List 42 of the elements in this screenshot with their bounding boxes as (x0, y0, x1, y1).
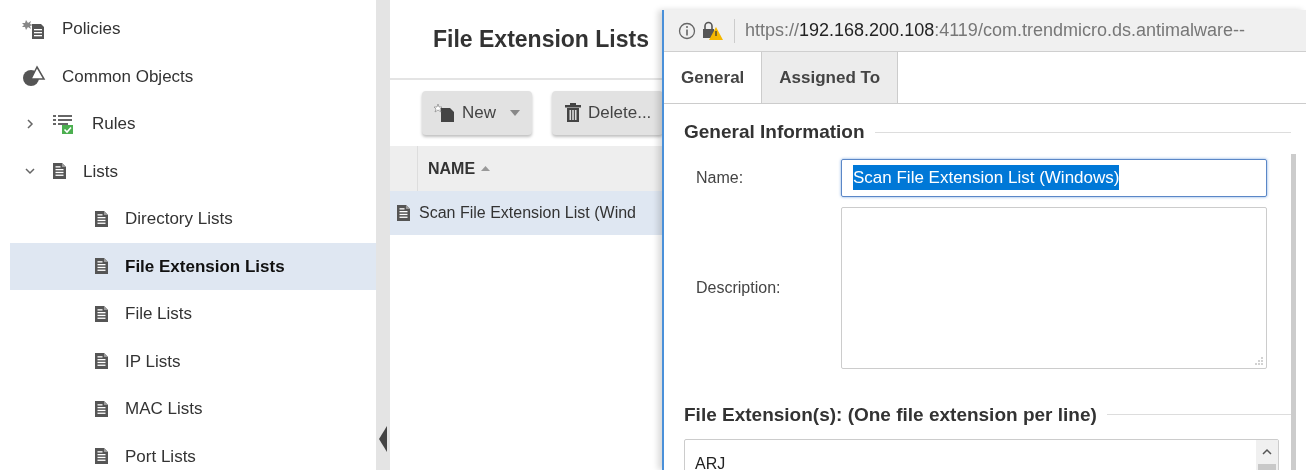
document-icon (94, 257, 109, 276)
sidebar-item[interactable]: MAC Lists (10, 385, 376, 433)
field-label: Description: (695, 277, 782, 298)
url-text[interactable]: https://192.168.200.108:4119/com.trendmicro.ds.antimalware-- (745, 17, 1245, 44)
sidebar-item[interactable]: Port Lists (10, 432, 376, 470)
sidebar-item[interactable]: Lists (10, 147, 376, 195)
document-icon (52, 162, 67, 181)
new-button[interactable]: New (422, 91, 532, 135)
document-icon (94, 304, 109, 323)
sidebar-item[interactable]: Directory Lists (10, 195, 376, 243)
document-icon (94, 399, 109, 418)
collapse-arrow-icon[interactable] (379, 426, 387, 452)
sidebar-item[interactable]: IP Lists (10, 337, 376, 385)
page-title: File Extension Lists (433, 24, 649, 54)
document-icon (396, 204, 411, 222)
document-icon (94, 352, 109, 371)
tab[interactable]: Assigned To (761, 52, 899, 103)
caret-icon[interactable] (510, 110, 520, 116)
file-extensions-text-area[interactable]: ARJ (684, 439, 1279, 470)
sidebar-item[interactable]: Policies (10, 5, 376, 53)
sidebar-item[interactable]: Rules (10, 100, 376, 148)
name-input-field[interactable]: Scan File Extension List (Windows) (841, 158, 1267, 197)
shapes-icon (22, 65, 46, 88)
field-label: Name: (695, 167, 745, 188)
checklist-icon (52, 112, 76, 135)
info-icon[interactable] (678, 21, 696, 40)
scrollbar-drawing[interactable] (1291, 154, 1296, 470)
delete-button[interactable]: Delete... (552, 91, 662, 135)
section-title: General Information (684, 120, 865, 144)
sidebar-item[interactable]: File Lists (10, 290, 376, 338)
resize-grip-icon[interactable] (1255, 356, 1263, 365)
new-document-icon (434, 103, 456, 123)
sidebar-item[interactable]: File Extension Lists (10, 242, 376, 290)
trash-icon (564, 103, 582, 123)
extension-line: ARJ (695, 454, 727, 470)
lock-warning-icon[interactable] (702, 20, 724, 41)
section-title: File Extension(s): (One file extension per line) (684, 402, 1097, 427)
table-row[interactable]: Scan File Extension List (Wind (390, 191, 662, 235)
chevron-right-icon[interactable] (24, 117, 36, 130)
document-icon (94, 209, 109, 228)
document-icon (94, 447, 109, 466)
sidebar-item[interactable]: Common Objects (10, 52, 376, 100)
